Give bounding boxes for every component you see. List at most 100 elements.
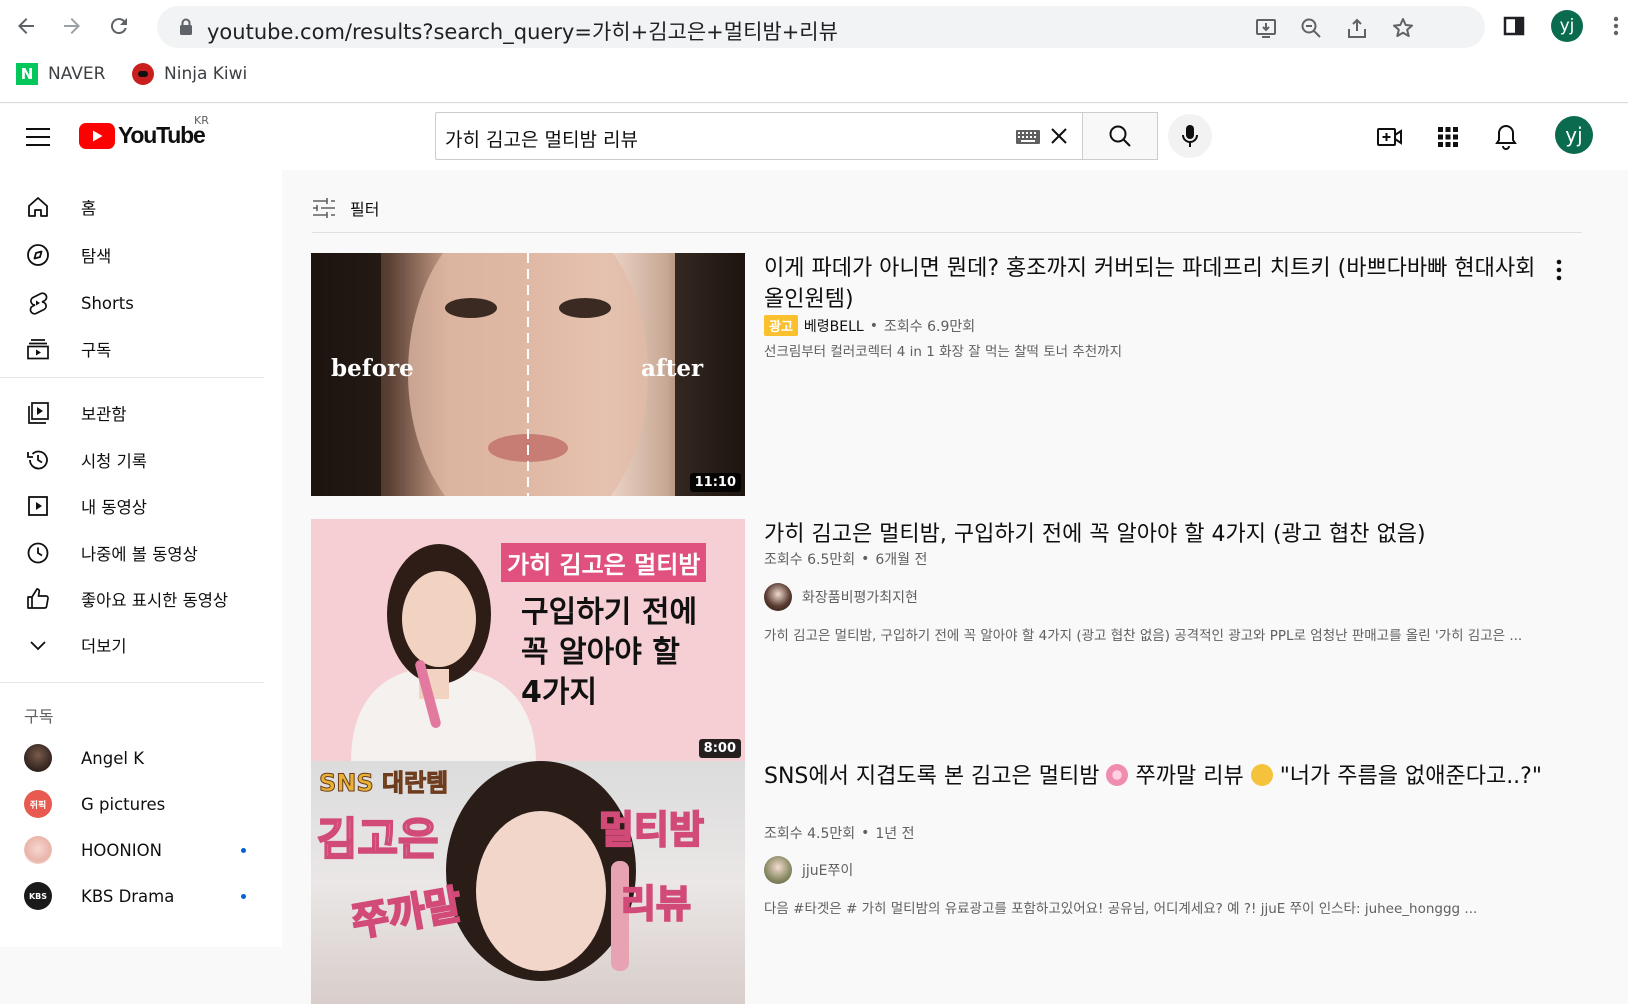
video-result[interactable]: before after 11:10 이게 파데가 아니면 뭔데? 홍조까지 커…	[311, 253, 1601, 496]
view-count: 조회수 6.9만회	[884, 318, 976, 335]
channel-link[interactable]: jjuE쭈이	[764, 856, 853, 884]
view-count: 조회수 6.5만회	[764, 552, 856, 568]
bookmarks-bar: N NAVER Ninja Kiwi	[0, 53, 1628, 103]
share-icon	[1348, 18, 1366, 38]
zoom-button[interactable]	[1298, 15, 1324, 41]
video-thumbnail[interactable]: 가히 김고은 멀티밤 구입하기 전에 꼭 알아야 할 4가지 8:00	[311, 519, 745, 762]
guide-menu-button[interactable]	[22, 121, 54, 153]
guide-sidebar: 홈 탐색 Shorts 구독 보관함 시청 기록 내 동영상 나중에 볼 동영상…	[0, 170, 282, 947]
sidebar-divider	[0, 682, 264, 683]
filter-button[interactable]: 필터	[312, 196, 379, 220]
video-thumbnail[interactable]: before after 11:10	[311, 253, 745, 496]
meta-separator: •	[861, 551, 870, 567]
microphone-icon	[1182, 125, 1198, 147]
sidebar-subscription-item[interactable]: 쥐픽 G pictures	[0, 781, 282, 827]
kebab-menu-icon	[1556, 259, 1562, 281]
thumbs-up-icon	[24, 585, 52, 613]
youtube-logo[interactable]: YouTube KR	[79, 114, 209, 149]
video-thumbnail[interactable]: SNS 대란템 김고은 멀티밤 쭈까말 리뷰	[311, 761, 745, 1004]
address-bar[interactable]: youtube.com/results?search_query=가히+김고은+…	[157, 6, 1485, 48]
thumbnail-right-text: 멀티밤	[598, 807, 705, 853]
arrow-left-icon	[18, 18, 34, 34]
channel-name: KBS Drama	[81, 886, 175, 906]
sidebar-subscription-item[interactable]: KBS KBS Drama	[0, 873, 282, 919]
upload-age: 1년 전	[875, 826, 915, 842]
sidebar-subscription-item[interactable]: HOONION	[0, 827, 282, 873]
sidebar-item-home[interactable]: 홈	[0, 184, 282, 230]
thumbnail-after-text: after	[641, 355, 704, 382]
sidebar-item-label: 탐색	[81, 247, 112, 266]
side-panel-button[interactable]	[1498, 10, 1530, 42]
notifications-button[interactable]	[1491, 122, 1521, 152]
video-title[interactable]: 가히 김고은 멀티밤, 구입하기 전에 꼭 알아야 할 4가지 (광고 협찬 없…	[764, 519, 1554, 550]
more-actions-button[interactable]	[1556, 259, 1562, 285]
sidebar-item-subscriptions[interactable]: 구독	[0, 326, 282, 372]
search-input[interactable]: 가히 김고은 멀티밤 리뷰	[435, 112, 1083, 160]
sidebar-item-history[interactable]: 시청 기록	[0, 437, 282, 483]
upload-age: 6개월 전	[875, 552, 928, 568]
thumbnail-sns-text: SNS 대란템	[318, 769, 449, 798]
sidebar-item-library[interactable]: 보관함	[0, 390, 282, 436]
channel-name: Angel K	[81, 748, 145, 768]
sidebar-divider	[0, 377, 264, 378]
thumbnail-left-text: 김고은	[316, 813, 439, 866]
share-button[interactable]	[1344, 15, 1370, 41]
video-meta: 조회수 6.5만회 • 6개월 전	[764, 549, 927, 569]
sidebar-subscription-item[interactable]: Angel K	[0, 735, 282, 781]
video-title[interactable]: SNS에서 지겹도록 본 김고은 멀티밤 쭈까말 리뷰 "너가 주름을 없애준다…	[764, 761, 1554, 792]
video-title-part: 쭈까말 리뷰	[1135, 764, 1244, 789]
star-icon	[1393, 18, 1413, 37]
search-button[interactable]	[1082, 112, 1158, 160]
sidebar-item-watch-later[interactable]: 나중에 볼 동영상	[0, 530, 282, 576]
account-button[interactable]: yj	[1555, 116, 1593, 154]
forward-button[interactable]	[56, 10, 88, 42]
thumbnail-caption-line: 4가지	[521, 675, 598, 710]
channel-name: HOONION	[81, 840, 162, 860]
keyboard-icon[interactable]	[1016, 130, 1040, 144]
side-panel-icon	[1503, 16, 1525, 36]
clear-search-icon[interactable]	[1050, 127, 1068, 145]
sidebar-item-show-more[interactable]: 더보기	[0, 622, 282, 668]
video-title[interactable]: 이게 파데가 아니면 뭔데? 홍조까지 커버되는 파데프리 치트키 (바쁘다바빠…	[764, 253, 1554, 315]
sidebar-item-explore[interactable]: 탐색	[0, 232, 282, 278]
install-app-button[interactable]	[1253, 15, 1279, 41]
video-meta: 조회수 4.5만회 • 1년 전	[764, 823, 915, 843]
shorts-icon	[24, 289, 52, 317]
sidebar-item-label: 구독	[81, 341, 112, 360]
reload-button[interactable]	[103, 10, 135, 42]
bookmark-naver[interactable]: N NAVER	[16, 63, 105, 85]
sidebar-item-liked-videos[interactable]: 좋아요 표시한 동영상	[0, 576, 282, 622]
video-result[interactable]: 가히 김고은 멀티밤 구입하기 전에 꼭 알아야 할 4가지 8:00 가히 김…	[311, 519, 1601, 762]
url-text: youtube.com/results?search_query=가히+김고은+…	[207, 20, 838, 44]
video-title-part: "너가 주름을 없애준다고..?"	[1279, 764, 1542, 789]
channel-avatar: 쥐픽	[24, 790, 52, 818]
sidebar-item-label: 홈	[81, 199, 97, 218]
apps-button[interactable]	[1433, 122, 1463, 152]
bookmark-star-button[interactable]	[1390, 15, 1416, 41]
sidebar-item-shorts[interactable]: Shorts	[0, 280, 282, 326]
reload-icon	[110, 18, 127, 35]
sidebar-item-your-videos[interactable]: 내 동영상	[0, 483, 282, 529]
kebab-menu-icon	[1613, 16, 1619, 36]
channel-link[interactable]: 화장품비평가최지현	[764, 583, 918, 611]
browser-menu-button[interactable]	[1600, 10, 1628, 42]
channel-avatar	[764, 583, 792, 611]
channel-name[interactable]: 베령BELL	[804, 316, 864, 336]
bookmark-ninja-kiwi[interactable]: Ninja Kiwi	[132, 63, 247, 85]
your-videos-icon	[24, 492, 52, 520]
back-button[interactable]	[10, 10, 42, 42]
download-icon	[1256, 19, 1276, 38]
clock-icon	[24, 539, 52, 567]
create-button[interactable]	[1375, 122, 1405, 152]
thumbnail-caption: 구입하기 전에 꼭 알아야 할 4가지	[521, 593, 697, 713]
thumbnail-bottom-right-text: 리뷰	[620, 881, 692, 927]
video-result[interactable]: SNS 대란템 김고은 멀티밤 쭈까말 리뷰 SNS에서 지겹도록 본 김고은 …	[311, 761, 1601, 1004]
sidebar-item-label: 시청 기록	[81, 452, 147, 471]
thumbnail-caption-line: 구입하기 전에	[521, 595, 698, 630]
filter-label: 필터	[350, 200, 380, 219]
channel-name: G pictures	[81, 794, 166, 814]
browser-profile-button[interactable]: yj	[1550, 9, 1584, 43]
bookmark-label: NAVER	[48, 64, 106, 84]
voice-search-button[interactable]	[1168, 114, 1212, 158]
view-count: 조회수 4.5만회	[764, 826, 856, 842]
